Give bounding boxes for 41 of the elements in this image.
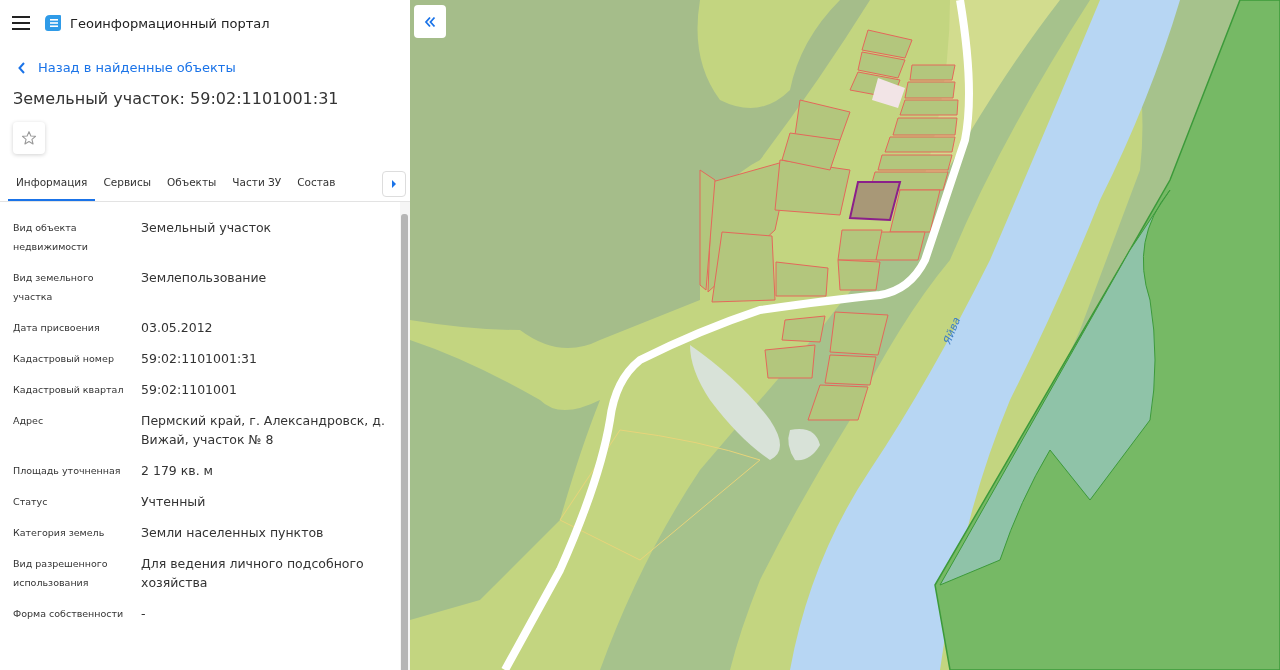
river-label: Яйва <box>940 315 964 347</box>
favorite-button[interactable] <box>13 122 45 154</box>
field-value: Земельный участок <box>141 219 273 237</box>
back-link[interactable]: Назад в найденные объекты <box>18 60 410 75</box>
field-label: Статус <box>13 495 49 509</box>
field-label: Вид объекта недвижимости <box>13 221 90 254</box>
field-value: 2 179 кв. м <box>141 462 215 480</box>
field-label: Площадь уточненная <box>13 464 122 478</box>
tab[interactable]: Части ЗУ <box>224 166 290 201</box>
caret-right-icon <box>391 179 397 188</box>
field-value: Землепользование <box>141 269 268 287</box>
field-label: Кадастровый квартал <box>13 383 125 397</box>
field-label: Вид разрешенного использования <box>13 557 109 590</box>
double-chevron-left-icon <box>424 15 436 28</box>
object-title: Земельный участок: 59:02:1101001:31 <box>13 89 340 108</box>
field-value: 59:02:1101001 <box>141 381 238 399</box>
field-label: Вид земельного участка <box>13 271 95 304</box>
tab[interactable]: Информация <box>8 166 96 201</box>
tabs-next-button[interactable] <box>382 170 406 197</box>
tab[interactable]: Объекты <box>159 166 225 201</box>
field-label: Адрес <box>13 414 45 428</box>
app-title: Геоинформационный портал <box>70 15 270 31</box>
collapse-panel-button[interactable] <box>414 5 446 38</box>
star-icon <box>21 130 37 146</box>
field-value: Для ведения личного подсобного хозяйства <box>141 555 365 592</box>
tab[interactable]: Состав <box>289 166 344 201</box>
tab[interactable]: Сервисы <box>95 166 159 201</box>
menu-icon[interactable] <box>12 16 30 30</box>
field-value: Земли населенных пунктов <box>141 524 325 542</box>
field-value: Пермский край, г. Александровск, д. Вижай, участок № 8 <box>141 412 386 449</box>
field-value: 03.05.2012 <box>141 319 214 337</box>
field-label: Форма собственности <box>13 607 125 621</box>
field-value: Учтенный <box>141 493 207 511</box>
field-label: Кадастровый номер <box>13 352 115 366</box>
field-value: - <box>141 605 147 623</box>
scrollbar[interactable] <box>400 202 410 670</box>
chevron-left-icon <box>18 61 26 74</box>
logo-icon <box>44 14 62 32</box>
field-value: 59:02:1101001:31 <box>141 350 259 368</box>
field-label: Дата присвоения <box>13 321 101 335</box>
field-label: Категория земель <box>13 526 106 540</box>
